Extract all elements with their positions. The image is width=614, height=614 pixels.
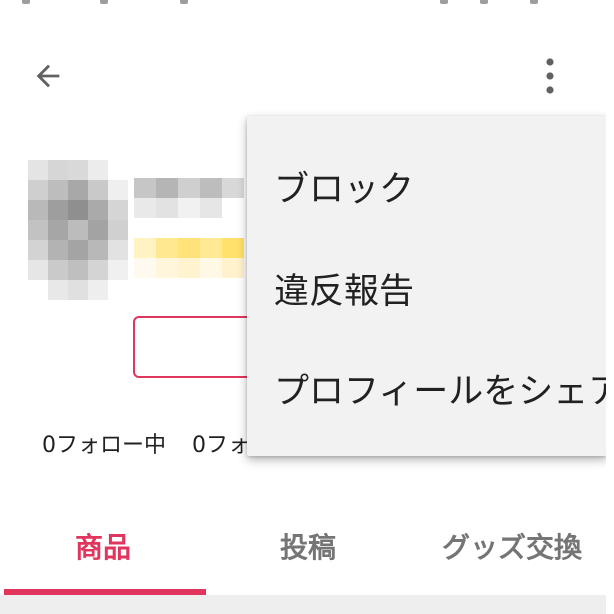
menu-item-share-profile[interactable]: プロフィールをシェア	[247, 338, 614, 438]
rating-pixel	[222, 258, 244, 278]
follow-stats: 0フォロー中 0フォ	[42, 427, 276, 459]
rating-pixel	[134, 238, 156, 258]
tab-divider	[0, 595, 614, 614]
avatar-pixel	[28, 240, 48, 260]
status-icon	[530, 0, 538, 4]
avatar-pixel	[68, 160, 88, 180]
avatar-pixel	[48, 280, 68, 300]
avatar-pixel	[88, 220, 108, 240]
status-bar	[0, 0, 614, 10]
name-pixel	[200, 178, 222, 198]
overflow-menu: ブロック 違反報告 プロフィールをシェア	[247, 116, 614, 456]
avatar-pixel	[28, 260, 48, 280]
avatar-pixel	[108, 180, 128, 200]
avatar-pixel	[88, 280, 108, 300]
tab-products[interactable]: 商品	[0, 498, 206, 594]
avatar-pixel	[28, 200, 48, 220]
screen-edge	[606, 0, 614, 614]
more-vert-icon	[546, 58, 554, 94]
avatar-pixel	[48, 260, 68, 280]
avatar-pixel	[108, 240, 128, 260]
status-icon	[180, 0, 188, 4]
avatar-pixel	[28, 160, 48, 180]
name-pixel	[134, 198, 156, 218]
avatar-pixel	[68, 260, 88, 280]
tab-goods-exchange[interactable]: グッズ交換	[410, 498, 614, 594]
name-pixel	[156, 198, 178, 218]
avatar-pixel	[68, 280, 88, 300]
avatar-pixel	[48, 180, 68, 200]
status-icon	[440, 0, 448, 4]
profile-screen: 0フォロー中 0フォ 商品 投稿 グッズ交換 ブロック 違反報告 プロフィールをシ…	[0, 0, 614, 614]
follower-count[interactable]: 0フォ	[192, 433, 250, 458]
avatar-pixel	[68, 240, 88, 260]
avatar-pixel	[88, 180, 108, 200]
avatar-pixel	[108, 200, 128, 220]
rating-pixel	[134, 258, 156, 278]
avatar-pixel	[68, 220, 88, 240]
rating-pixel	[156, 258, 178, 278]
avatar[interactable]	[28, 160, 128, 300]
avatar-pixel	[108, 220, 128, 240]
name-pixel	[178, 178, 200, 198]
status-icon	[22, 0, 30, 4]
rating-pixel	[178, 258, 200, 278]
tab-posts[interactable]: 投稿	[206, 498, 410, 594]
tab-bar: 商品 投稿 グッズ交換	[0, 500, 614, 600]
avatar-pixel	[88, 200, 108, 220]
status-icon	[480, 0, 488, 4]
arrow-back-icon	[36, 64, 60, 88]
name-pixel	[134, 178, 156, 198]
following-count[interactable]: 0フォロー中	[42, 433, 166, 458]
avatar-pixel	[48, 200, 68, 220]
menu-item-block[interactable]: ブロック	[247, 136, 607, 236]
back-button[interactable]	[22, 50, 74, 102]
name-pixel	[156, 178, 178, 198]
more-options-button[interactable]	[526, 50, 574, 102]
avatar-pixel	[68, 200, 88, 220]
name-pixel	[200, 198, 222, 218]
name-pixel	[178, 198, 200, 218]
avatar-pixel	[88, 240, 108, 260]
rating-pixel	[222, 238, 244, 258]
avatar-pixel	[48, 240, 68, 260]
profile-name	[134, 178, 246, 218]
rating-pixel	[178, 238, 200, 258]
name-pixel	[222, 178, 244, 198]
rating-pixel	[200, 258, 222, 278]
avatar-pixel	[28, 220, 48, 240]
status-icon	[100, 0, 108, 4]
rating-stars	[134, 238, 246, 278]
avatar-pixel	[28, 180, 48, 200]
avatar-pixel	[108, 260, 128, 280]
menu-item-report[interactable]: 違反報告	[247, 238, 607, 338]
rating-pixel	[156, 238, 178, 258]
avatar-pixel	[88, 260, 108, 280]
avatar-pixel	[48, 220, 68, 240]
avatar-pixel	[88, 160, 108, 180]
avatar-pixel	[68, 180, 88, 200]
rating-pixel	[200, 238, 222, 258]
avatar-pixel	[48, 160, 68, 180]
